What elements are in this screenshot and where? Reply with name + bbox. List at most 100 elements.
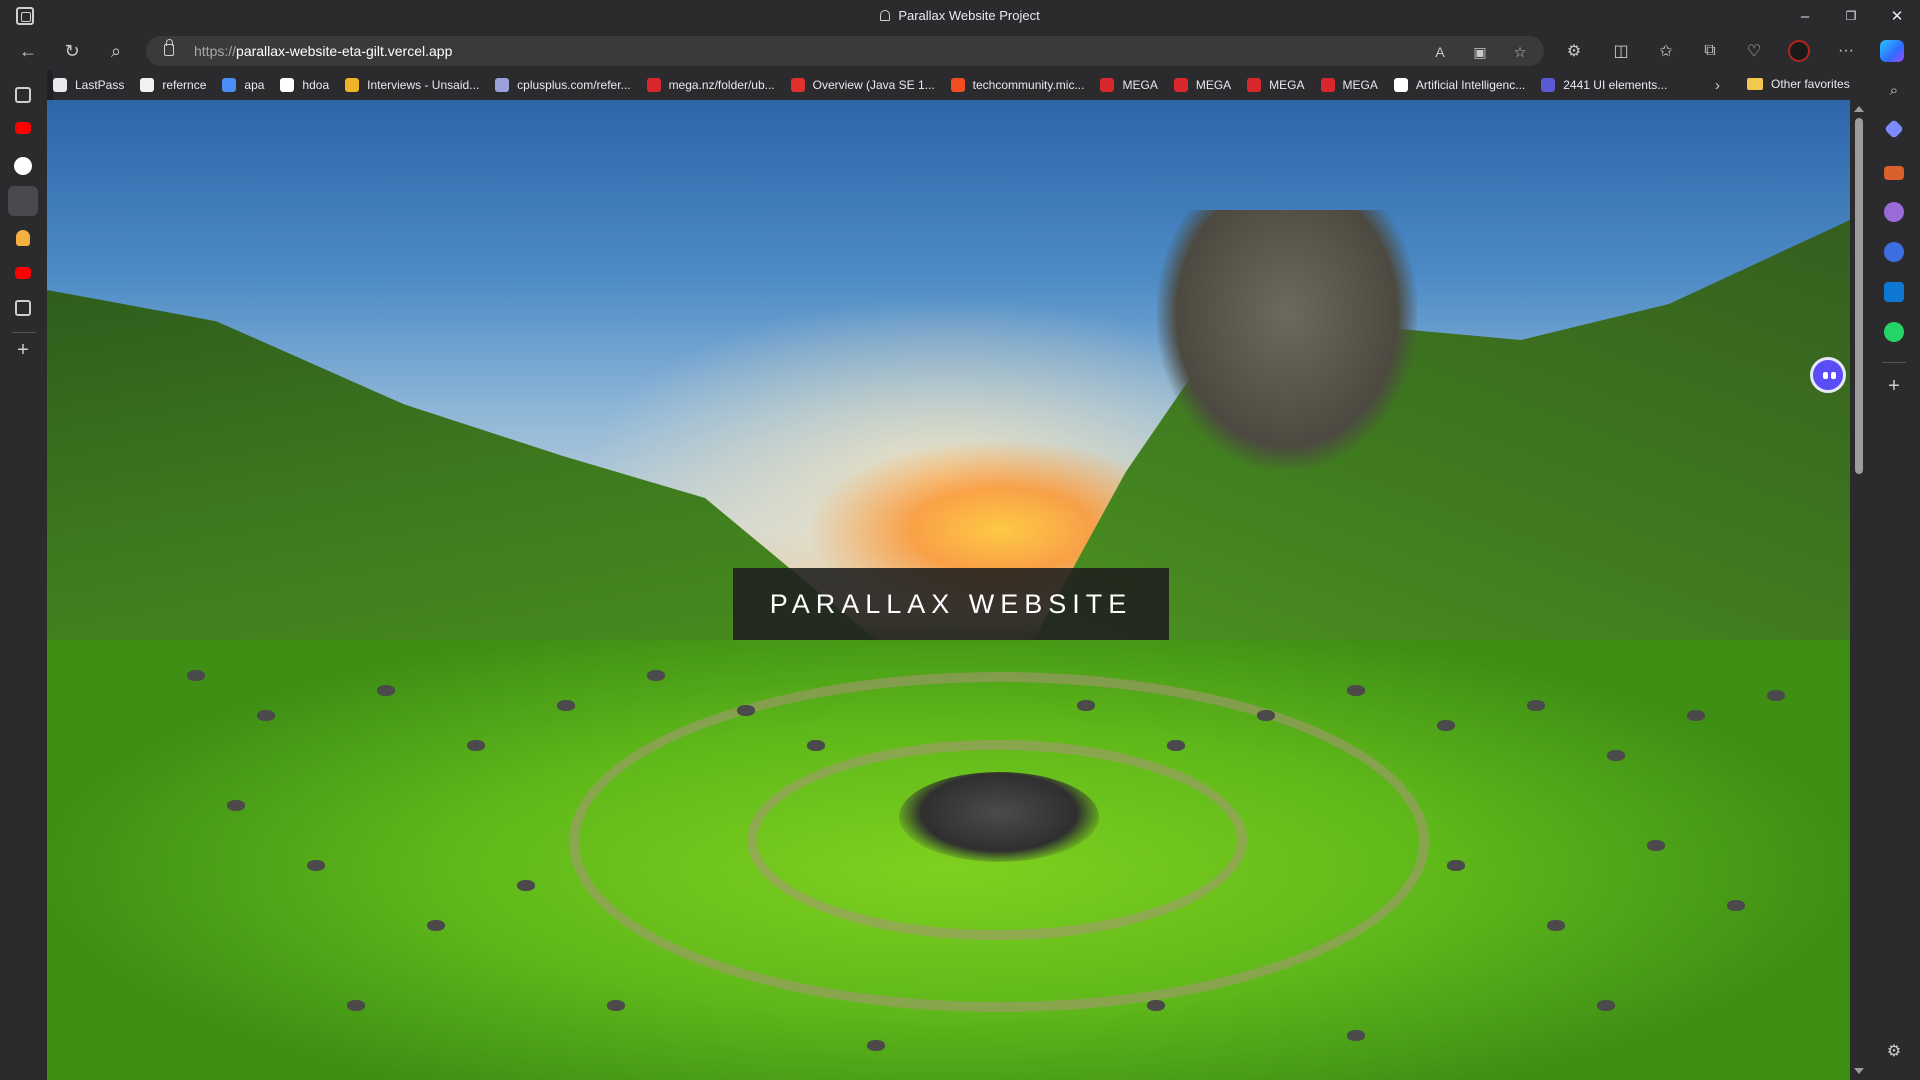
address-bar[interactable]: https://parallax-website-eta-gilt.vercel… xyxy=(146,36,1544,66)
oracle-icon xyxy=(790,78,805,92)
bookmark-item[interactable]: MEGA xyxy=(1247,78,1305,92)
sidebar-tag-icon[interactable] xyxy=(1884,119,1904,139)
other-favorites-folder[interactable]: Other favorites xyxy=(1747,77,1850,91)
extensions-icon[interactable]: ⚙ xyxy=(1558,36,1590,66)
stone xyxy=(1607,750,1625,761)
youtube-tab-icon[interactable] xyxy=(15,122,31,134)
scroll-down-arrow-icon[interactable] xyxy=(1854,1068,1864,1074)
bookmark-label: mega.nz/folder/ub... xyxy=(668,78,775,92)
stone xyxy=(307,860,325,871)
bookmark-label: Overview (Java SE 1... xyxy=(812,78,935,92)
url-text[interactable]: https://parallax-website-eta-gilt.vercel… xyxy=(194,43,452,59)
apa-icon xyxy=(222,78,237,92)
collections-icon[interactable]: ⧉ xyxy=(1694,36,1726,66)
read-aloud-icon[interactable]: A xyxy=(1430,42,1450,62)
split-screen-icon[interactable]: ◫ xyxy=(1605,36,1637,66)
sidebar-settings-gear-icon[interactable]: ⚙ xyxy=(1884,1042,1904,1062)
bookmarks-bar: LastPass refernce apa hdoa Interviews - Unsa… xyxy=(53,70,1868,100)
tab-calendar-icon[interactable] xyxy=(15,300,31,316)
bookmark-item[interactable]: LastPass xyxy=(53,78,124,92)
tab-divider xyxy=(12,332,36,333)
sidebar-copilot-app-icon[interactable] xyxy=(1884,242,1904,262)
favorites-icon[interactable]: ✩ xyxy=(1650,36,1682,66)
folder-icon xyxy=(1747,78,1763,90)
scroll-up-arrow-icon[interactable] xyxy=(1854,106,1864,112)
window-title-text: Parallax Website Project xyxy=(898,8,1040,23)
bookmark-label: Artificial Intelligenc... xyxy=(1415,78,1526,92)
copilot-icon[interactable] xyxy=(1880,40,1904,62)
bookmark-item[interactable]: MEGA xyxy=(1173,78,1231,92)
lock-icon[interactable] xyxy=(164,39,174,56)
stone xyxy=(1597,1000,1615,1011)
microsoft-icon xyxy=(950,78,965,92)
sidebar-outlook-icon[interactable] xyxy=(1884,282,1904,302)
ai-icon xyxy=(1393,78,1408,92)
bookmark-label: LastPass xyxy=(75,78,125,92)
page-scrollbar[interactable] xyxy=(1850,100,1868,1080)
stone xyxy=(1727,900,1745,911)
web-page-viewport[interactable]: PARALLAX WEBSITE xyxy=(47,100,1850,1080)
bookmark-item[interactable]: refernce xyxy=(140,78,206,92)
vertical-tab-strip: + xyxy=(0,70,47,1080)
sidebar-add-icon[interactable]: + xyxy=(1884,376,1904,396)
immersive-reader-icon[interactable]: ▣ xyxy=(1470,42,1490,62)
floating-assistant-button[interactable] xyxy=(1810,357,1846,393)
scroll-thumb[interactable] xyxy=(1855,118,1863,474)
stone xyxy=(187,670,205,681)
sidebar-search-icon[interactable]: ⌕ xyxy=(1884,82,1904,102)
stone-cairn xyxy=(899,772,1099,862)
hero-title: PARALLAX WEBSITE xyxy=(769,588,1133,619)
navigation-bar: ← ↻ ⌕ https://parallax-website-eta-gilt.… xyxy=(0,32,1920,70)
minimize-button[interactable]: – xyxy=(1782,0,1828,32)
favorite-star-icon[interactable]: ☆ xyxy=(1510,42,1530,62)
stone xyxy=(1147,1000,1165,1011)
mega-icon xyxy=(1320,78,1335,92)
bookmark-label: apa xyxy=(244,78,265,92)
more-menu-icon[interactable]: ··· xyxy=(1830,36,1862,66)
new-tab-plus-icon[interactable]: + xyxy=(13,340,33,360)
stone xyxy=(1167,740,1185,751)
youtube-tab-icon-2[interactable] xyxy=(15,267,31,279)
active-tab-icon[interactable] xyxy=(8,186,38,216)
bookmark-label: MEGA xyxy=(1122,78,1158,92)
stone xyxy=(737,705,755,716)
bookmark-item[interactable]: 2441 UI elements... xyxy=(1541,78,1667,92)
bookmark-item[interactable]: Artificial Intelligenc... xyxy=(1393,78,1526,92)
bookmark-item[interactable]: MEGA xyxy=(1100,78,1158,92)
bookmarks-overflow-chevron-icon[interactable]: › xyxy=(1715,77,1720,94)
hand-tab-icon[interactable] xyxy=(16,230,30,246)
sidebar-games-icon[interactable] xyxy=(1884,202,1904,222)
tab-actions-icon[interactable] xyxy=(15,87,31,103)
tab-triangle-icon[interactable] xyxy=(14,157,32,175)
profile-icon[interactable] xyxy=(1788,40,1810,62)
bookmark-item[interactable]: MEGA xyxy=(1320,78,1378,92)
close-button[interactable]: ✕ xyxy=(1874,0,1920,32)
back-icon[interactable]: ← xyxy=(12,36,44,66)
sidebar-whatsapp-icon[interactable] xyxy=(1884,322,1904,342)
amazon-icon xyxy=(140,78,155,92)
bookmark-label: cplusplus.com/refer... xyxy=(517,78,631,92)
mega-icon xyxy=(1247,78,1262,92)
mega-icon xyxy=(1173,78,1188,92)
stone xyxy=(227,800,245,811)
unsaid-icon xyxy=(345,78,360,92)
search-icon[interactable]: ⌕ xyxy=(100,36,132,66)
stone xyxy=(1527,700,1545,711)
bookmark-item[interactable]: mega.nz/folder/ub... xyxy=(646,78,775,92)
bookmark-label: hdoa xyxy=(302,78,330,92)
bookmark-item[interactable]: cplusplus.com/refer... xyxy=(495,78,631,92)
sidebar-divider xyxy=(1882,362,1906,363)
bookmark-item[interactable]: hdoa xyxy=(280,78,329,92)
bookmark-item[interactable]: Interviews - Unsaid... xyxy=(345,78,479,92)
stone xyxy=(607,1000,625,1011)
bookmark-item[interactable]: techcommunity.mic... xyxy=(950,78,1084,92)
stone xyxy=(427,920,445,931)
restore-button[interactable]: ❐ xyxy=(1828,0,1874,32)
sidebar-toolbox-icon[interactable] xyxy=(1884,166,1904,180)
stone xyxy=(1257,710,1275,721)
browser-essentials-icon[interactable]: ♡ xyxy=(1738,36,1770,66)
bookmark-item[interactable]: Overview (Java SE 1... xyxy=(790,78,935,92)
bookmark-item[interactable]: apa xyxy=(222,78,264,92)
hero-title-box: PARALLAX WEBSITE xyxy=(733,568,1169,640)
refresh-icon[interactable]: ↻ xyxy=(56,36,88,66)
